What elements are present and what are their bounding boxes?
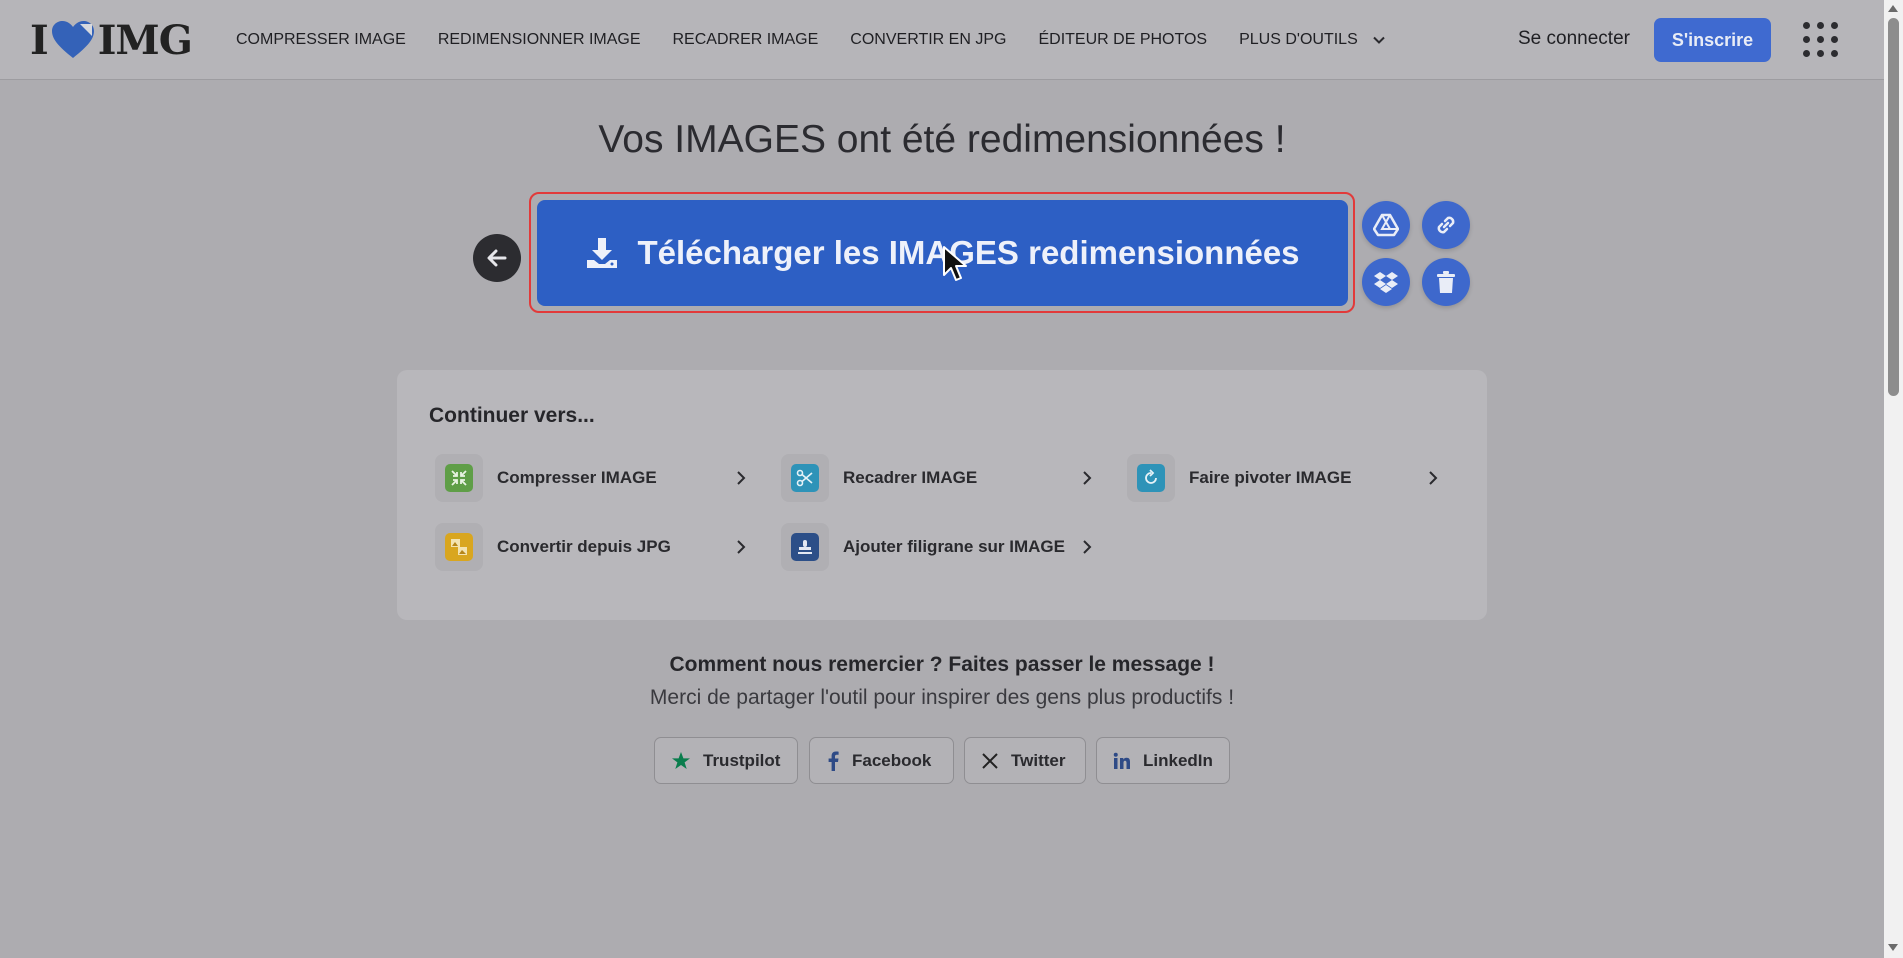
download-icon: [587, 238, 618, 268]
scroll-thumb[interactable]: [1888, 18, 1899, 396]
chevron-right-icon: [1083, 540, 1092, 554]
nav-compress[interactable]: COMPRESSER IMAGE: [236, 31, 406, 49]
top-header: I IMG COMPRESSER IMAGE REDIMENSIONNER IM…: [0, 0, 1884, 80]
chevron-right-icon: [737, 540, 746, 554]
chevron-right-icon: [1429, 471, 1438, 485]
x-logo-icon: [982, 752, 998, 769]
tool-icon-frame: [435, 454, 483, 502]
convert-icon: [445, 533, 473, 561]
tool-compress[interactable]: Compresser IMAGE: [435, 450, 755, 506]
tool-icon-frame: [1127, 454, 1175, 502]
nav-more-tools[interactable]: PLUS D'OUTILS: [1239, 31, 1386, 49]
main-nav: COMPRESSER IMAGE REDIMENSIONNER IMAGE RE…: [236, 0, 1418, 80]
tool-watermark[interactable]: Ajouter filigrane sur IMAGE: [781, 519, 1101, 575]
share-label: LinkedIn: [1143, 750, 1213, 770]
tool-label: Convertir depuis JPG: [497, 537, 671, 556]
scrollbar[interactable]: [1884, 0, 1903, 958]
facebook-icon: [828, 751, 839, 771]
share-label: Facebook: [852, 750, 932, 770]
thanks-title: Comment nous remercier ? Faites passer l…: [669, 653, 1215, 676]
tool-label: Recadrer IMAGE: [843, 468, 978, 487]
scroll-down-arrow[interactable]: [1888, 944, 1898, 951]
tool-crop[interactable]: Recadrer IMAGE: [781, 450, 1101, 506]
star-icon: [672, 751, 690, 769]
chevron-right-icon: [1083, 471, 1092, 485]
dropbox-button[interactable]: [1362, 258, 1410, 306]
login-link[interactable]: Se connecter: [1518, 28, 1630, 50]
scissors-icon: [791, 464, 819, 492]
tool-label: Compresser IMAGE: [497, 468, 657, 487]
dropbox-icon: [1374, 272, 1398, 293]
tool-convert-from-jpg[interactable]: Convertir depuis JPG: [435, 519, 755, 575]
tool-icon-frame: [435, 523, 483, 571]
tool-icon-frame: [781, 454, 829, 502]
share-label: Trustpilot: [703, 750, 781, 770]
continue-title: Continuer vers...: [429, 404, 595, 427]
mouse-cursor-icon: [943, 246, 967, 281]
share-trustpilot-button[interactable]: Trustpilot: [654, 737, 798, 784]
chevron-right-icon: [737, 471, 746, 485]
nav-photo-editor[interactable]: ÉDITEUR DE PHOTOS: [1038, 31, 1207, 49]
logo[interactable]: I IMG: [30, 16, 193, 64]
download-label: Télécharger les IMAGES redimensionnées: [637, 234, 1300, 271]
linkedin-icon: [1113, 752, 1130, 769]
tool-rotate[interactable]: Faire pivoter IMAGE: [1127, 450, 1447, 506]
google-drive-icon: [1373, 213, 1399, 237]
signup-button[interactable]: S'inscrire: [1654, 18, 1771, 62]
nav-label: PLUS D'OUTILS: [1239, 31, 1358, 48]
google-drive-button[interactable]: [1362, 201, 1410, 249]
link-icon: [1437, 216, 1455, 234]
logo-prefix: I: [30, 16, 49, 64]
page-title: Vos IMAGES ont été redimensionnées !: [598, 118, 1286, 161]
nav-label: ÉDITEUR DE PHOTOS: [1038, 31, 1208, 48]
share-linkedin-button[interactable]: LinkedIn: [1096, 737, 1230, 784]
compress-icon: [445, 464, 473, 492]
logo-text: IMG: [97, 16, 193, 64]
apps-grid-icon[interactable]: [1803, 22, 1839, 58]
stamp-icon: [791, 533, 819, 561]
nav-label: RECADRER IMAGE: [672, 31, 819, 48]
heart-icon: [51, 21, 94, 58]
tool-label: Ajouter filigrane sur IMAGE: [843, 537, 1065, 556]
thanks-subtitle: Merci de partager l'outil pour inspirer …: [649, 686, 1235, 709]
nav-resize[interactable]: REDIMENSIONNER IMAGE: [438, 31, 641, 49]
nav-label: CONVERTIR EN JPG: [850, 31, 1007, 48]
delete-button[interactable]: [1422, 258, 1470, 306]
nav-label: COMPRESSER IMAGE: [236, 31, 406, 48]
nav-crop[interactable]: RECADRER IMAGE: [673, 31, 819, 49]
back-button[interactable]: [473, 234, 521, 282]
nav-label: REDIMENSIONNER IMAGE: [437, 31, 641, 48]
trash-icon: [1437, 271, 1455, 293]
share-label: Twitter: [1011, 750, 1066, 770]
continue-card: Continuer vers... Compresser IMAGE Recad…: [397, 370, 1487, 620]
arrow-left-icon: [487, 249, 507, 267]
rotate-icon: [1137, 464, 1165, 492]
chevron-down-icon: [1373, 36, 1385, 44]
copy-link-button[interactable]: [1422, 201, 1470, 249]
tool-label: Faire pivoter IMAGE: [1189, 468, 1352, 487]
share-facebook-button[interactable]: Facebook: [809, 737, 954, 784]
scroll-up-arrow[interactable]: [1888, 5, 1898, 12]
nav-convert-jpg[interactable]: CONVERTIR EN JPG: [850, 31, 1006, 49]
tool-icon-frame: [781, 523, 829, 571]
share-twitter-button[interactable]: Twitter: [964, 737, 1086, 784]
